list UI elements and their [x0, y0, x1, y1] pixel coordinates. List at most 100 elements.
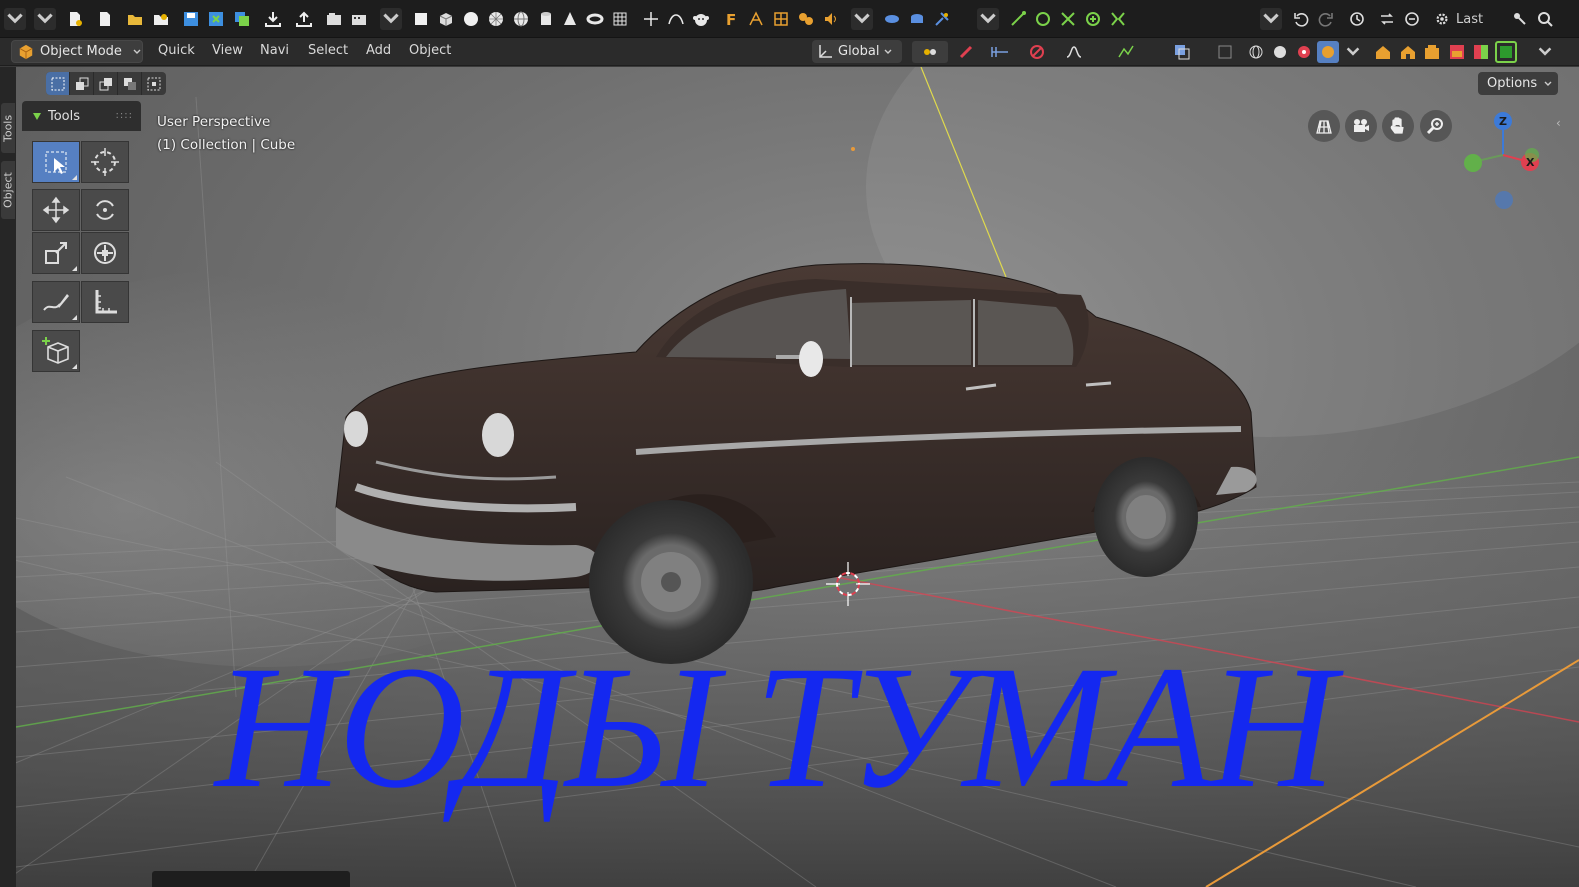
measure-tool[interactable]: [81, 281, 129, 323]
zoom-view-button[interactable]: [1420, 110, 1452, 142]
repeat-icon[interactable]: [1376, 8, 1398, 30]
add-empty-icon[interactable]: [640, 8, 662, 30]
menu-dropdown-icon[interactable]: [4, 8, 26, 30]
add-icosphere-icon[interactable]: [485, 8, 507, 30]
menu-add[interactable]: Add: [366, 43, 391, 58]
add-curve-icon[interactable]: [665, 8, 687, 30]
graph-overlay-icon[interactable]: [1102, 41, 1150, 63]
mode-select[interactable]: Object Mode: [11, 40, 143, 63]
save-icon[interactable]: [180, 8, 202, 30]
menu-view[interactable]: View: [212, 43, 243, 58]
options-dropdown[interactable]: Options: [1478, 72, 1558, 95]
snap-toggle-icon[interactable]: [955, 41, 977, 63]
undo-icon[interactable]: [1290, 8, 1312, 30]
color-split-icon[interactable]: [1470, 41, 1492, 63]
add-text-icon[interactable]: F: [720, 8, 742, 30]
transform-icon[interactable]: [1032, 8, 1054, 30]
falloff-icon[interactable]: [1056, 41, 1092, 63]
new-file-icon[interactable]: [64, 8, 86, 30]
scale-tool[interactable]: [32, 232, 80, 274]
search-icon[interactable]: [1534, 8, 1556, 30]
tools-panel-header[interactable]: Tools ::::: [22, 101, 141, 131]
select-new-button[interactable]: [46, 72, 70, 95]
add-monkey-icon[interactable]: [690, 8, 712, 30]
menu-navi[interactable]: Navi: [260, 43, 289, 58]
green-toggle-icon[interactable]: [1495, 41, 1517, 63]
select-invert-button[interactable]: [118, 72, 142, 95]
add-sphere-icon[interactable]: [460, 8, 482, 30]
gizmo-neg-z-axis[interactable]: [1495, 191, 1513, 209]
gizmo-y-axis[interactable]: [1464, 154, 1482, 172]
rotate-icon[interactable]: [1082, 8, 1104, 30]
snap-target-icon[interactable]: [980, 41, 1018, 63]
menu-quick[interactable]: Quick: [158, 43, 195, 58]
select-subtract-button[interactable]: [94, 72, 118, 95]
wireframe-shading-icon[interactable]: [1245, 41, 1267, 63]
import-icon[interactable]: [262, 8, 284, 30]
scale-icon[interactable]: [1057, 8, 1079, 30]
rotate-tool[interactable]: [81, 189, 129, 231]
tab-object[interactable]: Object: [1, 161, 15, 219]
file-dropdown-icon[interactable]: [34, 8, 56, 30]
material-shading-icon[interactable]: [1293, 41, 1315, 63]
header-dropdown-icon[interactable]: [1534, 41, 1556, 63]
more-dropdown-icon[interactable]: [851, 8, 873, 30]
annotate-tool[interactable]: [32, 281, 80, 323]
render-animation-icon[interactable]: [348, 8, 370, 30]
transform-orientation-select[interactable]: Global: [812, 40, 902, 63]
add-force-icon[interactable]: [931, 8, 953, 30]
last-operator-button[interactable]: Last: [1434, 7, 1502, 31]
cursor-tool[interactable]: [81, 141, 129, 183]
mirror-icon[interactable]: [1107, 8, 1129, 30]
undo-history-icon[interactable]: [1346, 8, 1368, 30]
add-metaball-icon[interactable]: [795, 8, 817, 30]
add-light-icon[interactable]: [881, 8, 903, 30]
add-cylinder-icon[interactable]: [535, 8, 557, 30]
snap-icon[interactable]: [1007, 8, 1029, 30]
select-intersect-button[interactable]: [142, 72, 166, 95]
camera-view-button[interactable]: [1345, 110, 1377, 142]
preferences-icon[interactable]: [1509, 8, 1531, 30]
xray-icon[interactable]: [1214, 41, 1236, 63]
select-extend-button[interactable]: [70, 72, 94, 95]
home-alt-icon[interactable]: [1397, 41, 1419, 63]
drag-grip-icon[interactable]: ::::: [116, 110, 133, 121]
menu-select[interactable]: Select: [308, 43, 348, 58]
more-dropdown-icon[interactable]: [1260, 8, 1282, 30]
add-armature-icon[interactable]: [745, 8, 767, 30]
pivot-point-icon[interactable]: [912, 41, 948, 63]
add-speaker-icon[interactable]: [820, 8, 842, 30]
add-cube-tool[interactable]: [32, 330, 80, 372]
open-recent-icon[interactable]: [150, 8, 172, 30]
render-region-icon[interactable]: [1446, 41, 1468, 63]
pan-view-button[interactable]: [1382, 110, 1414, 142]
add-grid-icon[interactable]: [609, 8, 631, 30]
add-cube-icon[interactable]: [435, 8, 457, 30]
add-uvsphere-icon[interactable]: [510, 8, 532, 30]
add-lattice-icon[interactable]: [770, 8, 792, 30]
open-folder-icon[interactable]: [124, 8, 146, 30]
save-copy-icon[interactable]: [231, 8, 253, 30]
select-box-tool[interactable]: [32, 141, 80, 183]
repeat-history-icon[interactable]: [1401, 8, 1423, 30]
tab-tools[interactable]: Tools: [1, 103, 15, 153]
shading-dropdown-icon[interactable]: [1342, 41, 1364, 63]
export-icon[interactable]: [293, 8, 315, 30]
more-dropdown-icon[interactable]: [977, 8, 999, 30]
more-dropdown-icon[interactable]: [380, 8, 402, 30]
proportional-edit-icon[interactable]: [1026, 41, 1048, 63]
save-as-icon[interactable]: [205, 8, 227, 30]
move-tool[interactable]: [32, 189, 80, 231]
add-torus-icon[interactable]: [584, 8, 606, 30]
render-image-icon[interactable]: [323, 8, 345, 30]
solid-shading-icon[interactable]: [1269, 41, 1291, 63]
sidebar-expand-icon[interactable]: ‹: [1556, 116, 1566, 136]
menu-object[interactable]: Object: [409, 43, 451, 58]
add-plane-icon[interactable]: [410, 8, 432, 30]
add-cone-icon[interactable]: [559, 8, 581, 30]
toggle-ortho-button[interactable]: [1308, 110, 1340, 142]
overlay-icon[interactable]: [1158, 41, 1206, 63]
transform-tool[interactable]: [81, 232, 129, 274]
building-icon[interactable]: [1421, 41, 1443, 63]
redo-icon[interactable]: [1315, 8, 1337, 30]
